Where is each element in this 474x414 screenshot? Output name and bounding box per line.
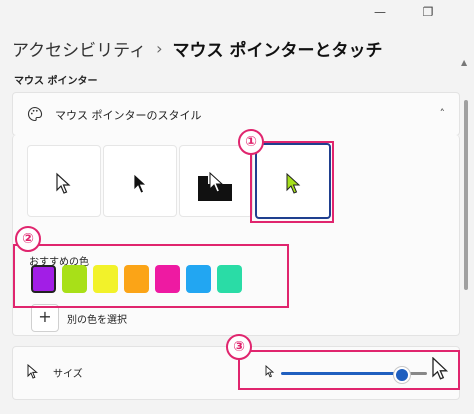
add-color-button[interactable]: + [31,304,59,332]
breadcrumb-separator: › [156,39,163,58]
white-pointer-icon [56,172,71,194]
annotation-number-1: ① [238,129,264,155]
pointer-option-black[interactable] [103,145,177,217]
restore-button[interactable]: ❐ [414,2,442,22]
annotation-box-1 [250,141,334,223]
breadcrumb: アクセシビリティ › マウス ポインターとタッチ [12,36,382,61]
annotation-box-3 [238,350,460,390]
annotation-number-2: ② [15,226,41,252]
inverted-pointer-icon [198,171,232,201]
annotation-box-2 [13,244,289,308]
breadcrumb-parent[interactable]: アクセシビリティ [12,36,146,61]
annotation-number-3: ③ [226,334,252,360]
chevron-up-icon[interactable]: ˄ [440,107,446,120]
pointer-icon [27,364,38,379]
scrollbar-thumb[interactable] [464,100,468,290]
size-label: サイズ [53,369,83,380]
minimize-button[interactable]: — [366,2,394,22]
pointer-option-white[interactable] [27,145,101,217]
pointer-option-inverted[interactable] [179,145,253,217]
choose-other-color-label[interactable]: 別の色を選択 [67,311,127,326]
black-pointer-icon [133,173,148,194]
scroll-up-arrow[interactable]: ▲ [461,58,467,67]
title-bar: — ❐ [0,0,474,28]
section-label: マウス ポインター [14,76,98,87]
pointer-style-header[interactable]: マウス ポインターのスタイル ˄ [12,92,460,136]
pointer-style-label: マウス ポインターのスタイル [55,109,202,122]
palette-icon [27,106,43,122]
page-title: マウス ポインターとタッチ [172,41,383,61]
